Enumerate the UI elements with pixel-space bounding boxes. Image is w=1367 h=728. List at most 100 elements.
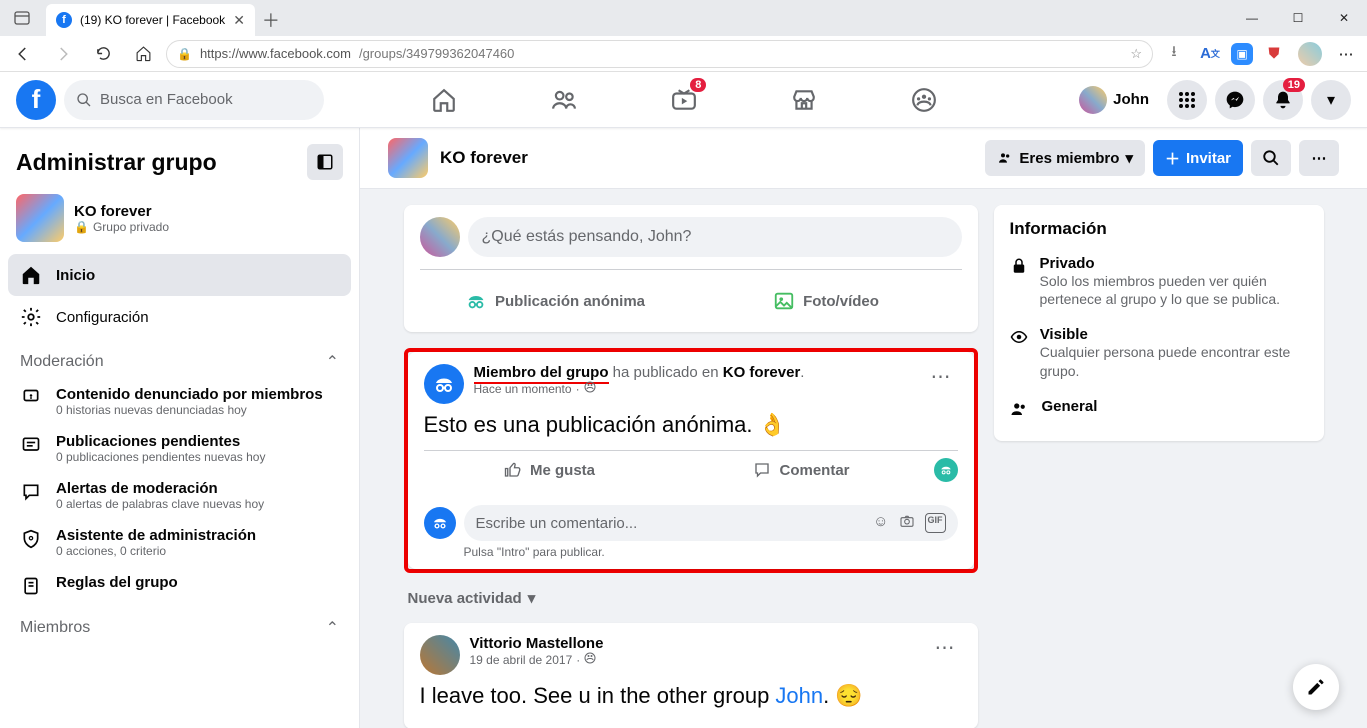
emoji-icon[interactable]: ☺ — [873, 513, 888, 533]
user-avatar[interactable] — [420, 635, 460, 675]
facebook-favicon: f — [56, 12, 72, 28]
notif-badge: 19 — [1283, 78, 1305, 92]
sidebar-item-assist[interactable]: Asistente de administración0 acciones, 0… — [8, 519, 351, 566]
post-author[interactable]: Vittorio Mastellone — [470, 635, 604, 652]
browser-tab[interactable]: f (19) KO forever | Facebook ✕ — [46, 4, 255, 36]
url-host: https://www.facebook.com — [200, 46, 351, 61]
sidebar-item-label: Inicio — [56, 267, 95, 284]
header-right: John 19 ▾ — [1075, 80, 1351, 120]
post-byline: Miembro del grupo ha publicado en KO for… — [474, 364, 915, 381]
close-tab-icon[interactable]: ✕ — [233, 12, 245, 29]
tab-watch[interactable]: 8 — [628, 74, 740, 126]
sidebar-item-pending[interactable]: Publicaciones pendientes0 publicaciones … — [8, 425, 351, 472]
home-button[interactable] — [126, 39, 160, 69]
post-more-button[interactable]: ⋯ — [929, 635, 962, 660]
group-more-button[interactable]: ⋯ — [1299, 140, 1339, 176]
composer-input[interactable]: ¿Qué estás pensando, John? — [468, 217, 962, 257]
sidebar-item-rules[interactable]: Reglas del grupo — [8, 566, 351, 604]
sort-dropdown[interactable]: Nueva actividad ▾ — [404, 589, 978, 607]
feed-main: ¿Qué estás pensando, John? Publicación a… — [404, 205, 978, 728]
minimize-button[interactable]: ― — [1229, 0, 1275, 36]
downloads-icon[interactable]: ⭳ — [1159, 39, 1189, 69]
post-card: Miembro del grupo ha publicado en KO for… — [408, 352, 974, 569]
main-column: KO forever Eres miembro ▾ ＋ Invitar ⋯ — [360, 128, 1367, 728]
group-search-button[interactable] — [1251, 140, 1291, 176]
comment-hint: Pulsa "Intro" para publicar. — [408, 545, 974, 569]
menu-grid-button[interactable] — [1167, 80, 1207, 120]
info-row-privacy: PrivadoSolo los miembros pueden ver quié… — [1010, 249, 1308, 320]
member-status-button[interactable]: Eres miembro ▾ — [985, 140, 1145, 176]
search-icon — [76, 92, 92, 108]
thumb-up-icon — [504, 461, 522, 479]
forward-button[interactable] — [46, 39, 80, 69]
composer-anon-button[interactable]: Publicación anónima — [420, 282, 691, 320]
composer-photo-button[interactable]: Foto/vídeo — [691, 282, 962, 320]
translate-ext-icon[interactable]: A文 — [1195, 39, 1225, 69]
favorite-icon[interactable]: ☆ — [1130, 46, 1142, 62]
lock-icon: 🔒 — [177, 47, 192, 61]
lock-icon — [1010, 255, 1028, 308]
post-body: I leave too. See u in the other group Jo… — [420, 675, 962, 721]
browser-menu-icon[interactable]: ⋯ — [1331, 39, 1361, 69]
account-menu-button[interactable]: ▾ — [1311, 80, 1351, 120]
comment-button[interactable]: Comentar — [676, 453, 928, 487]
gif-icon[interactable]: GIF — [925, 513, 946, 533]
comment-icon — [753, 461, 771, 479]
messenger-button[interactable] — [1215, 80, 1255, 120]
post-more-button[interactable]: ⋯ — [925, 364, 958, 389]
sidebar-item-settings[interactable]: Configuración — [8, 296, 351, 338]
maximize-button[interactable]: ☐ — [1275, 0, 1321, 36]
group-avatar[interactable] — [388, 138, 428, 178]
avatar[interactable] — [420, 217, 460, 257]
url-path: /groups/349799362047460 — [359, 46, 514, 61]
adblock-ext-icon[interactable]: ⛊ — [1259, 39, 1289, 69]
camera-icon[interactable] — [899, 513, 915, 533]
tabs-panel-button[interactable] — [0, 0, 44, 36]
sidebar-item-alerts[interactable]: Alertas de moderación0 alertas de palabr… — [8, 472, 351, 519]
refresh-button[interactable] — [86, 39, 120, 69]
sidebar-title: Administrar grupo — [16, 149, 217, 176]
post-group-link[interactable]: KO forever — [723, 364, 801, 381]
sidebar-group-header[interactable]: KO forever 🔒Grupo privado — [8, 188, 351, 254]
collapse-sidebar-button[interactable] — [307, 144, 343, 180]
invite-button[interactable]: ＋ Invitar — [1153, 140, 1243, 176]
tab-groups[interactable] — [868, 74, 980, 126]
search-placeholder: Busca en Facebook — [100, 91, 233, 108]
composer-card: ¿Qué estás pensando, John? Publicación a… — [404, 205, 978, 332]
zoom-ext-icon[interactable]: ▣ — [1231, 43, 1253, 65]
profile-avatar-icon[interactable] — [1295, 39, 1325, 69]
tab-marketplace[interactable] — [748, 74, 860, 126]
sidebar-item-home[interactable]: Inicio — [8, 254, 351, 296]
people-icon — [997, 150, 1013, 166]
sidebar-item-label: Configuración — [56, 309, 149, 326]
incognito-icon — [465, 290, 487, 312]
new-tab-button[interactable]: ＋ — [255, 4, 287, 36]
notifications-button[interactable]: 19 — [1263, 80, 1303, 120]
address-bar-row: 🔒 https://www.facebook.com/groups/349799… — [0, 36, 1367, 71]
anon-avatar[interactable] — [424, 364, 464, 404]
feed-wrapper: ¿Qué estás pensando, John? Publicación a… — [404, 189, 1324, 728]
comment-input[interactable]: Escribe un comentario... ☺ GIF — [464, 505, 958, 541]
anon-avatar[interactable] — [424, 507, 456, 539]
compose-fab[interactable] — [1293, 664, 1339, 710]
anon-badge-icon[interactable] — [934, 458, 958, 482]
close-window-button[interactable]: ✕ — [1321, 0, 1367, 36]
sidebar-section-members[interactable]: Miembros ⌃ — [8, 604, 351, 644]
address-bar[interactable]: 🔒 https://www.facebook.com/groups/349799… — [166, 40, 1153, 68]
facebook-logo[interactable]: f — [16, 80, 56, 120]
photo-icon — [773, 290, 795, 312]
profile-chip[interactable]: John — [1075, 82, 1159, 118]
mention-link[interactable]: John — [775, 683, 823, 708]
tab-friends[interactable] — [508, 74, 620, 126]
pending-icon — [20, 433, 42, 455]
tab-home[interactable] — [388, 74, 500, 126]
chat-alert-icon — [20, 480, 42, 502]
post-timestamp[interactable]: 19 de abril de 2017 — [470, 653, 573, 667]
search-input[interactable]: Busca en Facebook — [64, 80, 324, 120]
like-button[interactable]: Me gusta — [424, 453, 676, 487]
sidebar-section-moderation[interactable]: Moderación ⌃ — [8, 338, 351, 378]
sidebar-item-reported[interactable]: Contenido denunciado por miembros0 histo… — [8, 378, 351, 425]
post-timestamp[interactable]: Hace un momento — [474, 382, 572, 396]
back-button[interactable] — [6, 39, 40, 69]
info-card: Información PrivadoSolo los miembros pue… — [994, 205, 1324, 441]
